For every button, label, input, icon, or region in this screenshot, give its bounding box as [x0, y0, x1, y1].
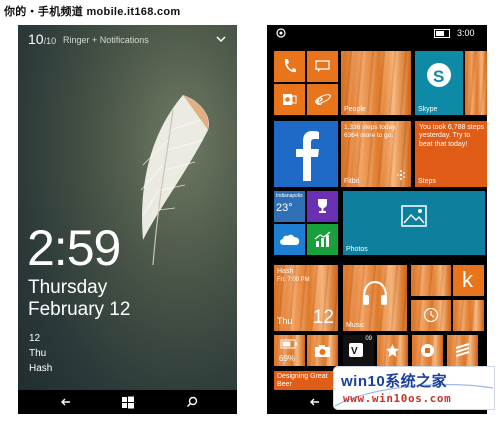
wood-tile-small[interactable] — [411, 265, 451, 296]
battery-icon — [434, 29, 450, 38]
camera-icon — [315, 345, 330, 357]
weather-tile[interactable]: Indianapolis 23° — [274, 191, 305, 222]
stripes-icon — [455, 343, 470, 357]
trophy-icon — [318, 199, 327, 213]
brand-watermark: win10系统之家 www.win10os.com — [333, 366, 495, 410]
notification-count: 10/10 — [28, 31, 57, 47]
photos-tile[interactable]: Photos — [343, 191, 485, 255]
money-tile[interactable] — [307, 224, 338, 255]
svg-text:S: S — [433, 67, 444, 86]
search-icon[interactable] — [184, 394, 200, 410]
event-title: Hash — [29, 363, 53, 374]
windows-start-icon[interactable] — [120, 394, 136, 410]
skype-tile[interactable]: S Skype — [415, 51, 463, 115]
messaging-tile[interactable] — [307, 51, 338, 82]
status-bar: 3:00 — [267, 25, 487, 41]
app-tile-3[interactable] — [447, 335, 478, 366]
start-screen-phone: 3:00 e People S Skype 1,336 steps today.… — [267, 25, 487, 414]
headphones-icon — [363, 280, 387, 305]
clock-icon — [423, 307, 439, 323]
designing-tile[interactable]: Designing Great Beer — [274, 371, 338, 391]
event-day: 12 — [29, 333, 41, 344]
ie-icon: e — [315, 92, 331, 108]
calendar-tile[interactable]: Hash Fri: 7:00 PM Thu 12 — [274, 265, 338, 331]
wood-tile-right[interactable] — [453, 300, 484, 331]
lock-screen-phone: 10/10 Ringer + Notifications 2:59 Thursd… — [18, 25, 237, 414]
status-time: 3:00 — [457, 28, 475, 38]
outlook-icon — [283, 94, 297, 105]
top-watermark: 你的・手机频道 mobile.it168.com — [4, 6, 181, 18]
camera-tile[interactable] — [307, 335, 338, 366]
internet-explorer-tile[interactable]: e — [307, 84, 338, 115]
chart-icon — [314, 231, 331, 247]
feather-wallpaper — [140, 95, 209, 266]
star-icon — [386, 344, 399, 357]
alarm-tile[interactable] — [411, 300, 451, 331]
music-tile[interactable]: Music — [343, 265, 407, 331]
edge-tile-right[interactable] — [465, 51, 487, 115]
ringer-label: Ringer + Notifications — [63, 35, 149, 45]
lock-date: February 12 — [28, 299, 131, 320]
cloud-icon — [280, 234, 300, 245]
steps-tile[interactable]: You took 6,788 steps yesterday. Try to b… — [415, 121, 487, 187]
message-icon — [315, 60, 330, 72]
signal-icon — [276, 28, 286, 38]
battery-tile[interactable]: 69% — [274, 335, 305, 366]
event-weekday: Thu — [29, 348, 47, 359]
back-icon[interactable] — [58, 394, 74, 410]
app-tile-2[interactable] — [412, 335, 443, 366]
kindle-tile[interactable]: k — [453, 265, 484, 296]
back-icon[interactable] — [307, 394, 323, 410]
outlook-tile[interactable] — [274, 84, 305, 115]
skype-icon: S — [427, 63, 451, 87]
vine-tile[interactable]: V 09 — [343, 335, 374, 366]
games-tile[interactable] — [307, 191, 338, 222]
svg-text:V: V — [351, 346, 358, 357]
lock-time: 2:59 — [27, 220, 121, 276]
vine-icon: V — [349, 343, 363, 357]
app-tile-1[interactable] — [377, 335, 408, 366]
chevron-down-icon[interactable] — [215, 33, 227, 45]
battery-saver-icon — [280, 339, 297, 349]
fitbit-icon — [397, 170, 405, 180]
nav-bar — [18, 390, 237, 414]
photo-icon — [401, 205, 427, 227]
facebook-tile[interactable] — [274, 121, 338, 187]
stop-icon — [421, 344, 434, 357]
facebook-icon — [296, 131, 319, 181]
lock-day: Thursday — [28, 277, 108, 298]
onedrive-tile[interactable] — [274, 224, 305, 255]
phone-icon — [284, 59, 296, 73]
phone-tile[interactable] — [274, 51, 305, 82]
people-tile[interactable]: People — [341, 51, 411, 115]
fitbit-tile[interactable]: 1,336 steps today. 6364 more to go. Fitb… — [341, 121, 411, 187]
